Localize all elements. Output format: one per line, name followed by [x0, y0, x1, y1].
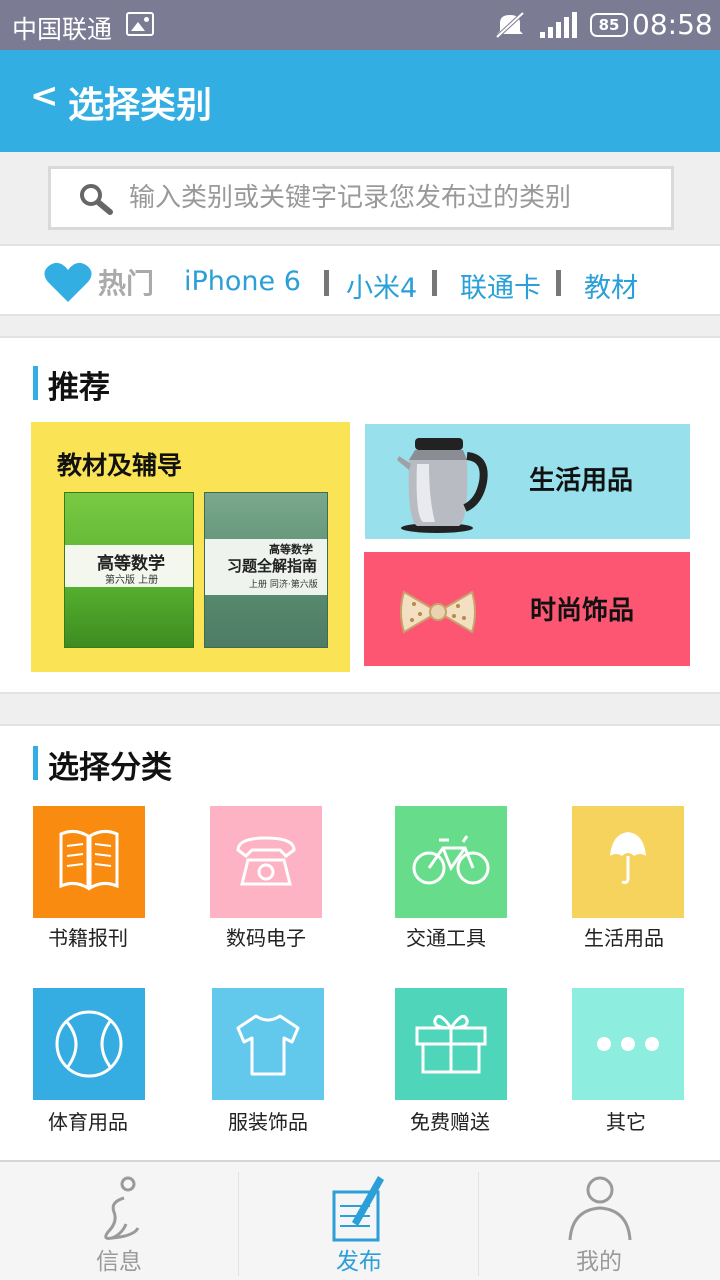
category-label: 服装饰品	[228, 1110, 308, 1134]
tshirt-icon	[212, 988, 324, 1100]
info-icon	[104, 1176, 140, 1240]
category-free-giveaway[interactable]	[395, 988, 507, 1100]
bicycle-icon	[395, 806, 507, 918]
umbrella-icon	[572, 806, 684, 918]
category-clothing[interactable]	[212, 988, 324, 1100]
math-textbook-image: 高等数学 第六版 上册	[64, 492, 194, 648]
hot-tag-textbooks[interactable]: 教材	[584, 266, 638, 305]
nav-profile[interactable]: 我的	[480, 1162, 718, 1280]
category-label: 其它	[606, 1110, 646, 1134]
more-icon	[572, 988, 684, 1100]
battery-icon: 85	[590, 13, 628, 37]
image-notification-icon	[126, 12, 154, 36]
book-subtitle: 上册 同济·第六版	[249, 580, 318, 590]
category-label: 交通工具	[406, 926, 486, 950]
book-icon	[33, 806, 145, 918]
hot-tag-xiaomi4[interactable]: 小米4	[346, 266, 417, 305]
profile-icon	[568, 1176, 632, 1241]
nav-info[interactable]: 信息	[0, 1162, 238, 1280]
category-title: 选择分类	[48, 750, 172, 786]
bottom-nav: 信息 发布 我的	[0, 1160, 720, 1280]
hot-divider	[556, 270, 561, 296]
mute-icon	[495, 11, 525, 39]
clock: 08:58	[632, 8, 713, 41]
nav-divider	[238, 1172, 239, 1276]
nav-divider	[478, 1172, 479, 1276]
recommend-section: 推荐 教材及辅导 高等数学 第六版 上册 高等数学 习题全解指南 上册 同济·第…	[0, 336, 720, 694]
tile-label: 生活用品	[529, 466, 634, 496]
search-icon	[80, 184, 113, 215]
search-input[interactable]	[129, 177, 649, 219]
tile-label: 时尚饰品	[530, 596, 635, 626]
category-label: 体育用品	[48, 1110, 128, 1134]
category-label: 生活用品	[584, 926, 664, 950]
category-label: 书籍报刊	[48, 926, 128, 950]
book-subtitle: 第六版 上册	[105, 575, 159, 586]
category-vehicles[interactable]	[395, 806, 507, 918]
nav-label: 发布	[336, 1249, 382, 1275]
nav-label: 信息	[96, 1249, 142, 1275]
category-label: 数码电子	[226, 926, 306, 950]
category-electronics[interactable]	[210, 806, 322, 918]
page-title: 选择类别	[68, 85, 213, 126]
category-sports[interactable]	[33, 988, 145, 1100]
section-accent-bar	[33, 746, 38, 780]
category-label: 免费赠送	[410, 1110, 490, 1134]
signal-icon	[540, 12, 577, 38]
hot-tag-iphone6[interactable]: iPhone 6	[184, 266, 301, 297]
recommend-tile-textbooks[interactable]: 教材及辅导 高等数学 第六版 上册 高等数学 习题全解指南 上册 同济·第六版	[31, 422, 350, 672]
category-daily-goods[interactable]	[572, 806, 684, 918]
carrier-name: 中国联通	[12, 15, 113, 44]
hot-tag-unicom-card[interactable]: 联通卡	[460, 266, 541, 305]
category-section: 选择分类 书籍报刊 数码电子 交通工具 生活用品 体育用品 服装饰品 免费赠送 …	[0, 724, 720, 1160]
heart-icon	[44, 262, 92, 302]
hot-divider	[324, 270, 329, 296]
status-bar: 中国联通 85 08:58	[0, 0, 720, 50]
recommend-title: 推荐	[48, 370, 110, 406]
bow-brooch-image	[400, 590, 476, 634]
math-guide-image: 高等数学 习题全解指南 上册 同济·第六版	[204, 492, 328, 648]
nav-label: 我的	[576, 1249, 622, 1275]
tile-label: 教材及辅导	[57, 451, 183, 480]
app-header: < 选择类别	[0, 50, 720, 152]
recommend-tile-daily-goods[interactable]: 生活用品	[365, 424, 690, 539]
search-section	[0, 152, 720, 244]
book-title: 习题全解指南	[227, 557, 318, 575]
section-accent-bar	[33, 366, 38, 400]
baseball-icon	[33, 988, 145, 1100]
publish-icon	[332, 1176, 384, 1242]
category-books[interactable]	[33, 806, 145, 918]
category-other[interactable]	[572, 988, 684, 1100]
hot-tags-bar: 热门 iPhone 6 小米4 联通卡 教材	[0, 244, 720, 316]
nav-publish[interactable]: 发布	[240, 1162, 478, 1280]
hot-divider	[432, 270, 437, 296]
hot-label: 热门	[98, 267, 155, 300]
back-button[interactable]: <	[30, 76, 59, 116]
kettle-image	[397, 438, 488, 533]
recommend-tile-accessories[interactable]: 时尚饰品	[364, 552, 690, 666]
search-box[interactable]	[48, 166, 674, 230]
telephone-icon	[210, 806, 322, 918]
gift-icon	[395, 988, 507, 1100]
